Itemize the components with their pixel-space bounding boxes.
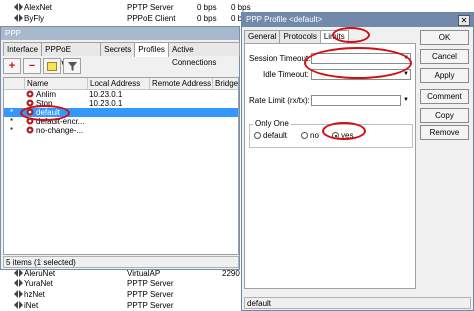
interface-type: PPPoE Client <box>127 14 176 23</box>
radio-default-label: default <box>263 131 288 140</box>
filter-button[interactable] <box>63 58 81 74</box>
session-timeout-label: Session Timeout: <box>249 54 311 63</box>
dialog-title: PPP Profile <default> <box>242 13 473 27</box>
interface-name: ByFly <box>24 14 44 23</box>
dialog-status-bar: default <box>244 297 471 309</box>
interface-icon <box>14 290 23 298</box>
ppp-window: PPP Interface PPPoE Servers Secrets Prof… <box>0 26 240 270</box>
local-address: 10.23.0.1 <box>89 99 123 108</box>
tab-general[interactable]: General <box>244 30 281 43</box>
radio-yes-label: yes <box>341 131 354 140</box>
table-row-selected[interactable]: * default <box>4 108 238 117</box>
profile-name: default <box>36 108 61 117</box>
interface-icon <box>14 279 23 287</box>
table-header: Name Local Address Remote Address Bridge <box>4 78 238 90</box>
profile-name: Stop <box>36 99 53 108</box>
minus-icon: − <box>28 60 36 72</box>
dropdown-arrow-icon: ▼ <box>403 55 409 61</box>
apply-button[interactable]: Apply <box>420 68 469 83</box>
radio-default[interactable] <box>254 132 261 139</box>
idle-timeout-label: Idle Timeout: <box>263 70 309 79</box>
interface-icon <box>14 269 23 277</box>
table-row[interactable]: * no-change-... <box>4 126 238 135</box>
toolbar: + − <box>3 58 81 74</box>
interface-icon <box>14 14 23 22</box>
interface-type: PPTP Server <box>127 290 174 299</box>
profile-name: no-change-... <box>36 126 84 135</box>
remove-button[interactable]: − <box>23 58 41 74</box>
rate-limit-label: Rate Limit (rx/tx): <box>249 96 310 105</box>
interface-icon <box>14 3 23 11</box>
dialog-tabs: General Protocols Limits <box>244 30 349 44</box>
tx-rate: 0 bps <box>197 14 217 23</box>
interface-type: PPTP Server <box>127 3 174 12</box>
only-one-label: Only One <box>253 119 291 128</box>
radio-no-label: no <box>310 131 319 140</box>
add-button[interactable]: + <box>3 58 21 74</box>
column-header-name[interactable]: Name <box>24 78 87 89</box>
radio-yes[interactable] <box>332 132 339 139</box>
status-bar: 5 items (1 selected) <box>3 256 239 268</box>
session-timeout-field[interactable] <box>311 53 411 64</box>
tab-profiles[interactable]: Profiles <box>134 42 169 57</box>
tx-rate: 0 bps <box>197 3 217 12</box>
profile-icon <box>26 108 34 116</box>
comment-button[interactable]: Comment <box>420 89 469 104</box>
profile-icon <box>26 99 34 107</box>
row-flag: * <box>10 126 14 135</box>
dropdown-arrow-icon: ▼ <box>403 71 409 77</box>
tab-secrets[interactable]: Secrets <box>100 42 136 56</box>
profile-icon <box>26 126 34 134</box>
column-header-remote-address[interactable]: Remote Address <box>149 78 212 89</box>
ppp-tabs: Interface PPPoE Servers Secrets Profiles… <box>3 42 240 67</box>
row-flag: * <box>10 108 14 117</box>
radio-no[interactable] <box>301 132 308 139</box>
tab-limits[interactable]: Limits <box>319 30 349 44</box>
column-header-bridge[interactable]: Bridge <box>212 78 240 89</box>
profile-name: default-encr... <box>36 117 85 126</box>
interface-type: PPTP Server <box>127 301 174 310</box>
idle-timeout-field[interactable] <box>311 69 411 80</box>
ok-button[interactable]: OK <box>420 30 469 45</box>
dropdown-arrow-icon: ▼ <box>403 97 409 103</box>
cancel-button[interactable]: Cancel <box>420 49 469 64</box>
local-address: 10.23.0.1 <box>89 90 123 99</box>
ppp-profile-dialog: PPP Profile <default> ✕ General Protocol… <box>241 12 474 311</box>
copy-button[interactable]: Copy <box>420 108 469 123</box>
table-row[interactable]: * default-encr... <box>4 117 238 126</box>
tab-pppoe-servers[interactable]: PPPoE Servers <box>41 42 102 67</box>
profile-name: Anlim <box>36 90 57 99</box>
profile-icon <box>26 117 34 125</box>
row-flag: * <box>10 117 14 126</box>
close-button[interactable]: ✕ <box>458 15 470 26</box>
interface-name: YuraNet <box>24 279 53 288</box>
tab-interface[interactable]: Interface <box>3 42 43 56</box>
interface-icon <box>14 301 23 309</box>
filter-icon <box>67 61 77 71</box>
comment-button[interactable] <box>43 58 61 74</box>
note-icon <box>47 61 57 71</box>
plus-icon: + <box>8 60 16 72</box>
interface-name: hzNet <box>24 290 45 299</box>
table-row[interactable]: Stop 10.23.0.1 <box>4 99 238 108</box>
profiles-table: Name Local Address Remote Address Bridge… <box>3 77 239 255</box>
table-row[interactable]: Anlim 10.23.0.1 <box>4 90 238 99</box>
window-title: PPP <box>1 27 239 40</box>
interface-name: iNet <box>24 301 39 310</box>
tab-active-connections[interactable]: Active Connections <box>167 42 240 67</box>
column-header-local-address[interactable]: Local Address <box>87 78 149 89</box>
tab-protocols[interactable]: Protocols <box>279 30 321 43</box>
interface-name: AlexNet <box>24 3 53 12</box>
interface-type: PPTP Server <box>127 279 174 288</box>
profile-icon <box>26 90 34 98</box>
remove-button[interactable]: Remove <box>420 125 469 140</box>
rate-limit-field[interactable] <box>311 95 401 106</box>
limits-panel: Session Timeout: ▼ Idle Timeout: ▼ Rate … <box>244 43 416 289</box>
